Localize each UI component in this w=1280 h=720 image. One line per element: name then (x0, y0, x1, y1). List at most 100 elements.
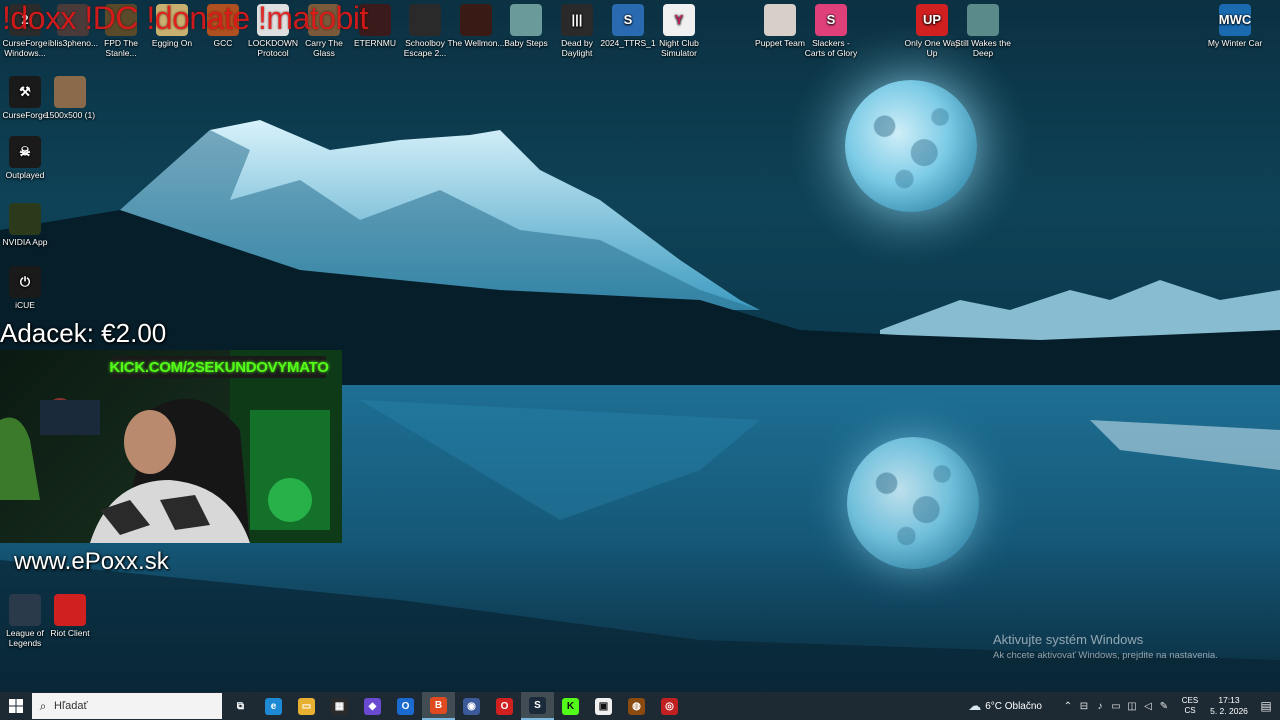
opera-icon: O (496, 697, 513, 715)
desktop-icon[interactable]: ☠ Outplayed (0, 136, 55, 180)
baby-steps-icon (510, 4, 542, 36)
dbd-icon: ||| (561, 4, 593, 36)
app-red-icon: ◎ (661, 697, 678, 715)
taskbar-app-outlook[interactable]: O (389, 692, 422, 720)
ttrs-icon: S (612, 4, 644, 36)
puppet-icon (764, 4, 796, 36)
copilot-icon: ◆ (364, 697, 381, 715)
chat-commands-overlay: !doxx !DC !donate !matobit (2, 0, 368, 36)
desktop-icon-label: Night Club Simulator (659, 38, 699, 58)
taskbar-app-edge[interactable]: e (257, 692, 290, 720)
desktop-icon[interactable]: MWC My Winter Car (1205, 4, 1265, 48)
webcam-feed (0, 350, 342, 543)
schoolboy-icon (409, 4, 441, 36)
desktop-icon-label: Riot Client (50, 628, 90, 638)
wallpaper-landscape (0, 120, 1280, 692)
clock[interactable]: 17:13 5. 2. 2026 (1206, 695, 1252, 717)
onlyup-icon: UP (916, 4, 948, 36)
icue-icon: ⏻ (9, 266, 41, 298)
edge-icon: e (265, 697, 282, 715)
outlook-icon: O (397, 697, 414, 715)
weather-icon[interactable]: ☁ (968, 698, 981, 714)
notifications-icon[interactable]: ▤ (1252, 699, 1280, 713)
desktop-icon-label: My Winter Car (1207, 38, 1263, 48)
desktop-icon[interactable]: 1500x500 (1) (40, 76, 100, 120)
outplayed-icon: ☠ (9, 136, 41, 168)
curseforge-app-icon: ⚒ (9, 76, 41, 108)
desktop-icon[interactable]: Y Night Club Simulator (649, 4, 709, 58)
display-icon[interactable]: ▭ (1108, 701, 1124, 712)
nightclub-icon: Y (663, 4, 695, 36)
windows-logo-icon (9, 699, 23, 713)
taskbar-app-app-red[interactable]: ◎ (653, 692, 686, 720)
stillwakes-icon (967, 4, 999, 36)
activation-subtitle: Ak chcete aktivovať Windows, prejdite na… (993, 650, 1218, 661)
taskbar-app-app-white[interactable]: ▣ (587, 692, 620, 720)
taskbar-app-app-blue[interactable]: ◉ (455, 692, 488, 720)
language-indicator[interactable]: CES CS (1178, 696, 1202, 716)
taskbar-app-task-view[interactable]: ⧉ (224, 692, 257, 720)
weather-text[interactable]: 6°C Oblačno (985, 701, 1042, 712)
clock-time: 17:13 (1218, 695, 1240, 705)
moon (845, 80, 977, 212)
steam-icon: S (529, 696, 546, 714)
language-bottom: CS (1184, 706, 1196, 715)
taskbar-app-copilot[interactable]: ◆ (356, 692, 389, 720)
website-overlay: www.ePoxx.sk (14, 548, 169, 575)
usb-icon[interactable]: ⊟ (1076, 701, 1092, 712)
taskbar-app-store[interactable]: ▦ (323, 692, 356, 720)
webcam-scene (0, 350, 342, 543)
taskbar-app-file-explorer[interactable]: ▭ (290, 692, 323, 720)
kick-banner: KICK.COM/2SEKUNDOVYMATO (109, 356, 329, 378)
file-explorer-icon: ▭ (298, 697, 315, 715)
volume-icon[interactable]: ◁ (1140, 701, 1156, 712)
desktop-icon-label: Slackers - Carts of Glory (804, 38, 858, 58)
desktop-icon[interactable]: ⏻ iCUE (0, 266, 55, 310)
nvidia-icon (9, 203, 41, 235)
taskbar-app-steam[interactable]: S (521, 692, 554, 720)
search-placeholder: Hľadať (54, 700, 88, 712)
taskbar-app-kick[interactable]: K (554, 692, 587, 720)
brave-icon: B (430, 696, 447, 714)
donation-alert: Adacek: €2.00 (0, 318, 167, 348)
moon-reflection (847, 437, 979, 569)
desktop-icon-label: Still Wakes the Deep (955, 38, 1011, 58)
desktop-icon[interactable]: S Slackers - Carts of Glory (801, 4, 861, 58)
desktop-icon-label: 1500x500 (1) (44, 110, 96, 120)
app-blue-icon: ◉ (463, 697, 480, 715)
riot-icon (54, 594, 86, 626)
start-button[interactable] (0, 692, 32, 720)
pen-icon[interactable]: ✎ (1156, 701, 1172, 712)
lol-icon (9, 594, 41, 626)
mywintercar-icon: MWC (1219, 4, 1251, 36)
desktop-icon[interactable]: NVIDIA App (0, 203, 55, 247)
language-top: CES (1181, 696, 1199, 705)
activation-title: Aktivujte systém Windows (993, 632, 1144, 647)
search-icon: ⌕ (39, 698, 47, 713)
chevron-up-icon[interactable]: ⌃ (1060, 701, 1076, 712)
windows-activation-watermark: Aktivujte systém Windows Ak chcete aktiv… (993, 632, 1218, 661)
taskbar-app-opera[interactable]: O (488, 692, 521, 720)
app-orange-icon: ◍ (628, 697, 645, 715)
slackers-icon: S (815, 4, 847, 36)
desktop-icon-label: iCUE (15, 300, 35, 310)
taskbar: ⌕ Hľadať ⧉ e ▭ ▦ ◆ O B ◉ O S K ▣ ◍ ◎ ☁ 6°C Oblačno ⌃ … (0, 692, 1280, 720)
kick-icon: K (562, 697, 579, 715)
desktop-icon-label: Outplayed (5, 170, 45, 180)
desktop-icon[interactable]: Still Wakes the Deep (953, 4, 1013, 58)
store-icon: ▦ (331, 697, 348, 715)
desktop-icon-label: NVIDIA App (2, 237, 48, 247)
taskbar-app-brave[interactable]: B (422, 692, 455, 720)
taskbar-search-box[interactable]: ⌕ Hľadať (32, 693, 222, 719)
network-icon[interactable]: ◫ (1124, 701, 1140, 712)
app-white-icon: ▣ (595, 697, 612, 715)
microphone-icon[interactable]: ♪ (1092, 701, 1108, 712)
desktop: 2 CurseForge Windows... iblis3pheno... FPD … (0, 0, 1280, 692)
wellmon-icon (460, 4, 492, 36)
image-file-icon (54, 76, 86, 108)
taskbar-app-app-orange[interactable]: ◍ (620, 692, 653, 720)
desktop-icon[interactable]: Riot Client (40, 594, 100, 638)
clock-date: 5. 2. 2026 (1210, 706, 1248, 716)
system-tray: ☁ 6°C Oblačno ⌃ ⊟ ♪ ▭ ◫ ◁ ✎ CES CS 17:13… (968, 692, 1280, 720)
task-view-icon: ⧉ (232, 697, 249, 715)
